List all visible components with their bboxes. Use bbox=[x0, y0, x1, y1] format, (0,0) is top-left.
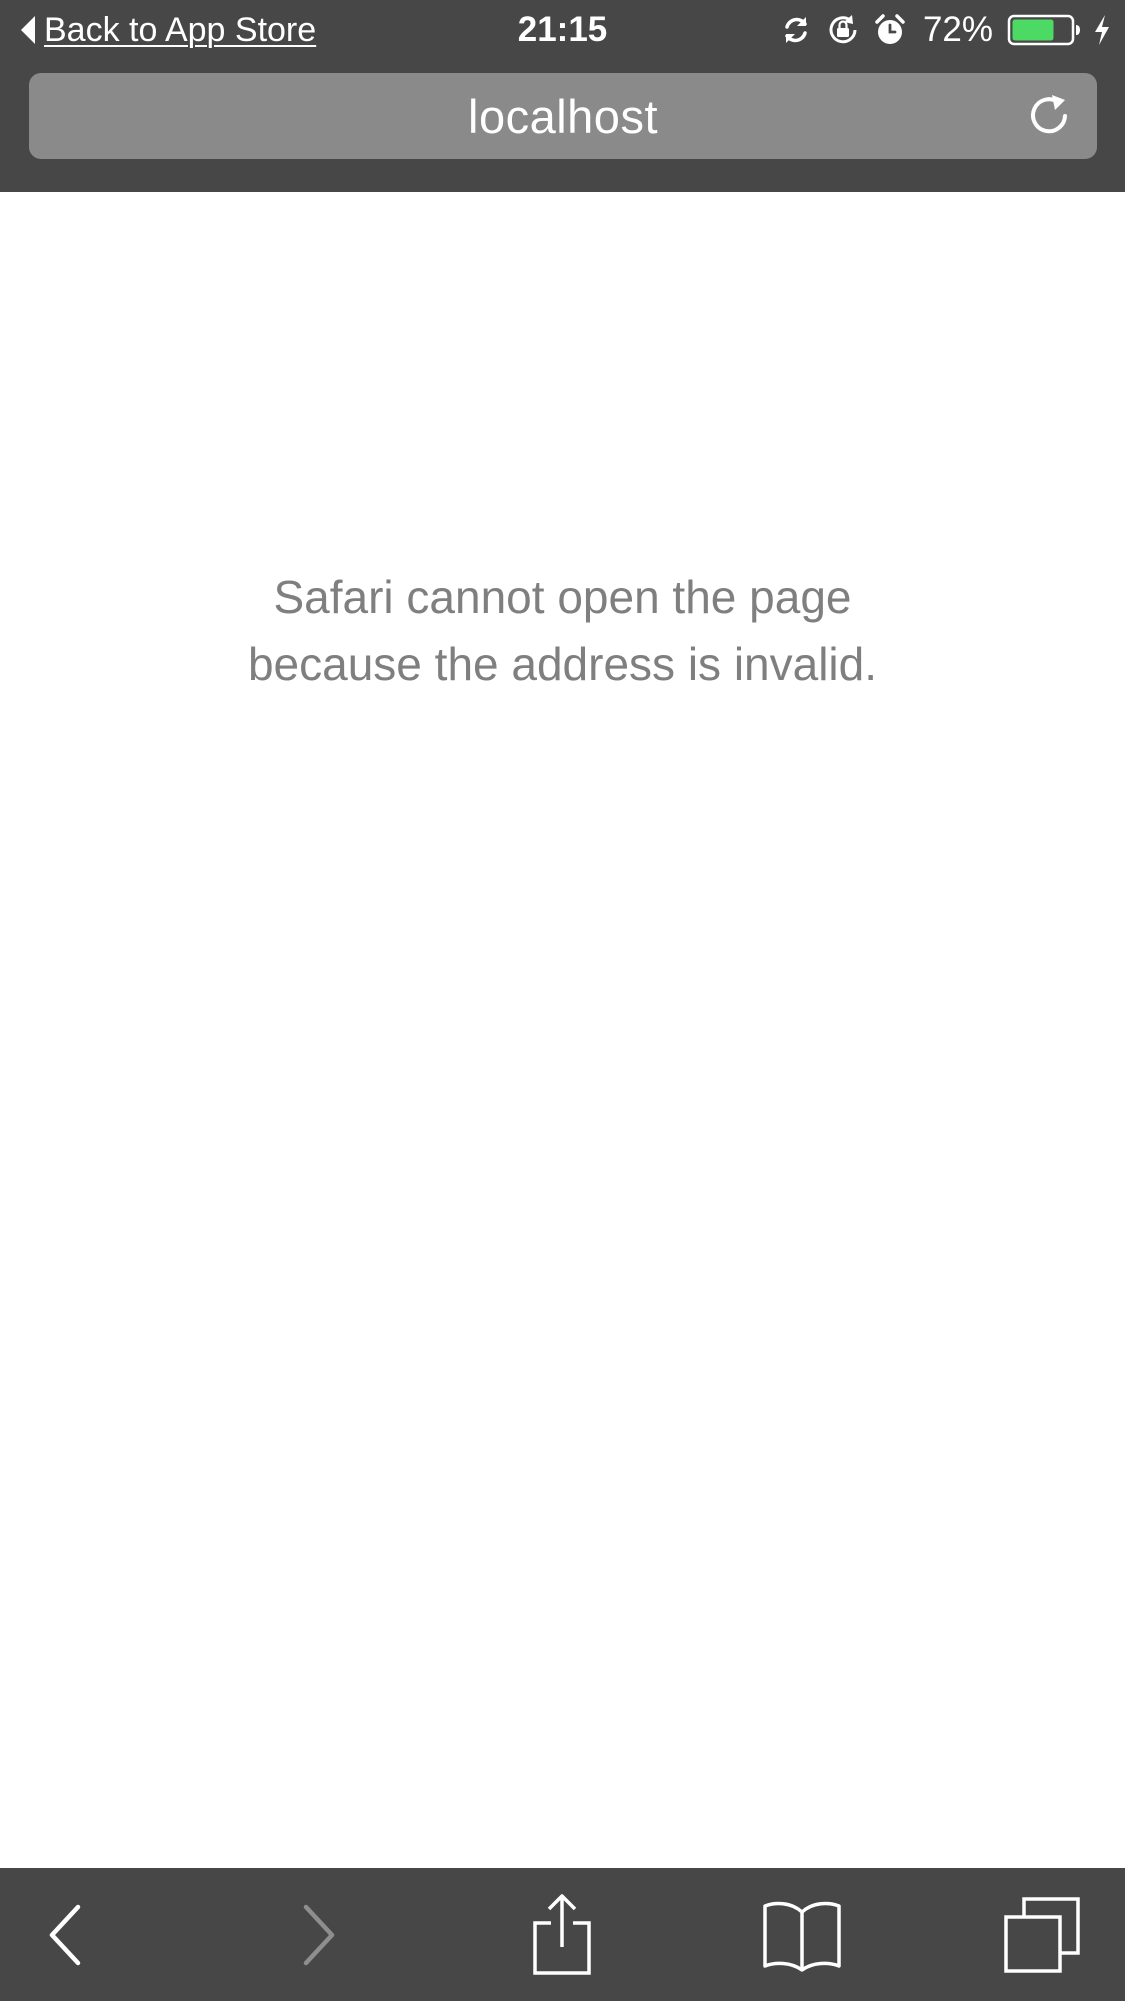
error-message: Safari cannot open the page because the … bbox=[100, 564, 1025, 698]
bookmarks-button[interactable] bbox=[752, 1868, 852, 2001]
bottom-toolbar bbox=[0, 1868, 1125, 2001]
charging-bolt-icon bbox=[1095, 15, 1109, 45]
tabs-icon bbox=[1004, 1896, 1080, 1973]
status-time: 21:15 bbox=[517, 10, 608, 49]
status-indicators: 72% bbox=[779, 8, 1111, 52]
reload-icon bbox=[1031, 95, 1067, 134]
address-bar[interactable]: localhost bbox=[29, 73, 1097, 159]
rotation-lock-icon bbox=[829, 15, 857, 44]
error-line-1: Safari cannot open the page bbox=[273, 571, 852, 623]
back-triangle-icon bbox=[21, 16, 35, 44]
sync-icon bbox=[785, 17, 807, 43]
top-chrome: Back to App Store 21:15 72% localhost bbox=[0, 0, 1125, 192]
battery-percentage: 72% bbox=[922, 10, 993, 49]
address-text: localhost bbox=[468, 89, 658, 143]
safari-screen: Back to App Store 21:15 72% localhost Sa… bbox=[0, 0, 1125, 2001]
chevron-left-icon bbox=[49, 1904, 81, 1965]
reload-button[interactable] bbox=[1023, 90, 1075, 142]
back-button[interactable] bbox=[20, 1868, 112, 2001]
error-line-2: because the address is invalid. bbox=[247, 638, 878, 690]
alarm-icon bbox=[875, 14, 905, 44]
share-button[interactable] bbox=[512, 1868, 612, 2001]
battery-level-fill bbox=[1012, 19, 1054, 41]
share-icon bbox=[533, 1893, 591, 1975]
back-to-app-store-label: Back to App Store bbox=[44, 10, 317, 49]
status-bar: Back to App Store 21:15 72% bbox=[0, 0, 1125, 60]
chevron-right-icon bbox=[303, 1904, 335, 1965]
forward-button[interactable] bbox=[272, 1868, 364, 2001]
page-content: Safari cannot open the page because the … bbox=[0, 192, 1125, 1868]
battery-icon bbox=[1007, 14, 1080, 46]
tabs-button[interactable] bbox=[992, 1868, 1092, 2001]
book-icon bbox=[763, 1901, 841, 1972]
back-to-app-store-link[interactable]: Back to App Store bbox=[18, 8, 316, 52]
